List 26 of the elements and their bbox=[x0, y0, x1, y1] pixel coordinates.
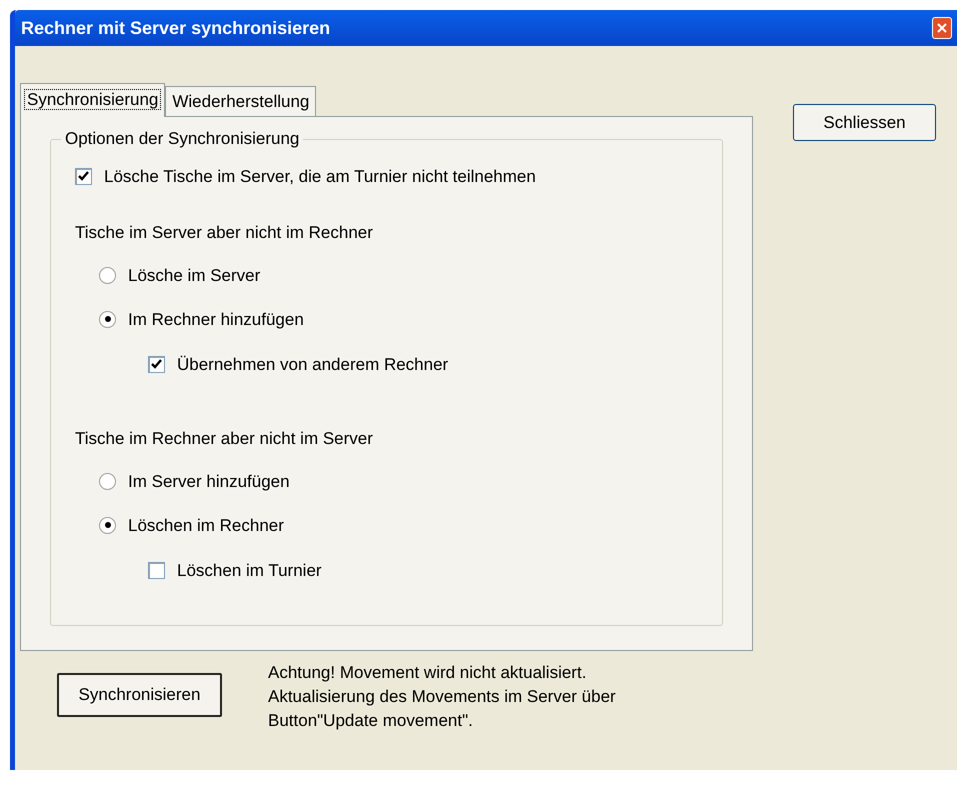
close-button[interactable] bbox=[932, 17, 952, 39]
radio-button[interactable] bbox=[99, 516, 116, 534]
synchronize-button[interactable]: Synchronisieren bbox=[57, 673, 222, 717]
checkbox-label: Löschen im Turnier bbox=[177, 560, 322, 582]
tab[interactable]: Synchronisierung bbox=[20, 83, 166, 117]
window-title: Rechner mit Server synchronisieren bbox=[21, 16, 330, 40]
checkbox-label: Lösche Tische im Server, die am Turnier nicht teilnehmen bbox=[104, 166, 536, 188]
checkmark-icon bbox=[151, 359, 162, 370]
radio-button[interactable] bbox=[99, 267, 116, 284]
checkbox[interactable] bbox=[75, 168, 92, 186]
radio-label: Lösche im Server bbox=[128, 265, 260, 287]
checkbox-label: Übernehmen von anderem Rechner bbox=[177, 354, 448, 376]
close-icon bbox=[937, 23, 947, 33]
radio-label: Im Server hinzufügen bbox=[128, 471, 290, 493]
checkmark-icon bbox=[78, 171, 89, 182]
checkbox[interactable] bbox=[148, 562, 165, 580]
radio-label: Löschen im Rechner bbox=[128, 514, 284, 536]
radio-label: Im Rechner hinzufügen bbox=[128, 308, 304, 330]
section-heading: Tische im Server aber nicht im Rechner bbox=[75, 222, 374, 244]
close-dialog-button[interactable]: Schliessen bbox=[793, 104, 936, 141]
radio-button[interactable] bbox=[99, 310, 116, 328]
tab[interactable]: Wiederherstellung bbox=[165, 86, 316, 116]
radio-button[interactable] bbox=[99, 473, 116, 490]
section-heading: Tische im Rechner aber nicht im Server bbox=[75, 428, 374, 450]
warning-text: Achtung! Movement wird nicht aktualisiert. Aktualisierung des Movements im Server über Button"Update movement". bbox=[268, 662, 617, 732]
checkbox[interactable] bbox=[148, 356, 165, 374]
